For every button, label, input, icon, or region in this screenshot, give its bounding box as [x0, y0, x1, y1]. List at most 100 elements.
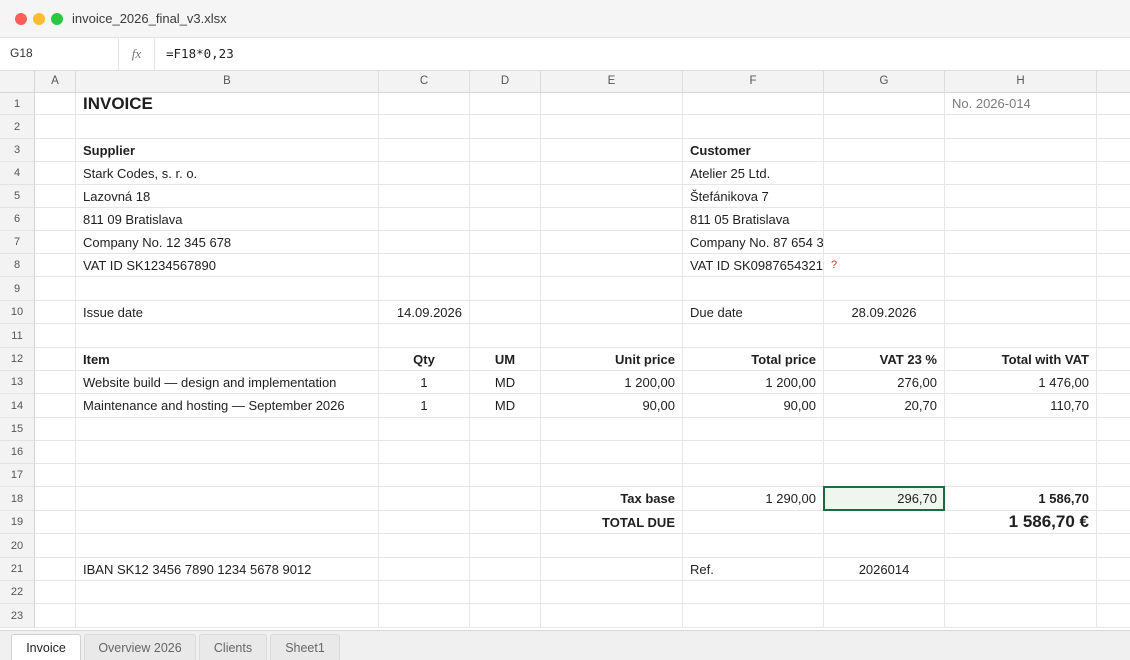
cell[interactable] — [683, 324, 824, 348]
cell[interactable] — [35, 139, 76, 162]
row-header[interactable]: 4 — [0, 162, 35, 185]
cell[interactable] — [470, 301, 541, 324]
row-header[interactable]: 19 — [0, 511, 35, 534]
cell[interactable] — [541, 441, 683, 464]
sheet-tab-invoice[interactable]: Invoice — [11, 634, 81, 660]
cell[interactable] — [379, 139, 470, 162]
cell[interactable] — [824, 231, 945, 254]
row-header[interactable]: 15 — [0, 418, 35, 441]
cell[interactable]: Štefánikova 7 — [683, 185, 824, 208]
cell[interactable] — [35, 348, 76, 371]
cell[interactable]: MD — [470, 371, 541, 394]
row-header[interactable]: 9 — [0, 277, 35, 301]
cell[interactable] — [1097, 139, 1130, 162]
cell[interactable]: Lazovná 18 — [76, 185, 379, 208]
cell[interactable] — [541, 581, 683, 604]
cell[interactable] — [1097, 581, 1130, 604]
cell[interactable] — [35, 208, 76, 231]
cell[interactable]: Issue date — [76, 301, 379, 324]
cell[interactable]: 20,70 — [824, 394, 945, 418]
cell[interactable] — [470, 534, 541, 558]
cell[interactable]: 1 586,70 — [945, 487, 1097, 511]
cell[interactable]: Supplier — [76, 139, 379, 162]
cell[interactable] — [824, 604, 945, 628]
cell[interactable] — [76, 487, 379, 511]
column-header[interactable] — [1097, 71, 1130, 93]
cell[interactable] — [683, 418, 824, 441]
cell[interactable] — [35, 604, 76, 628]
cell[interactable]: TOTAL DUE — [541, 511, 683, 534]
cell[interactable] — [541, 254, 683, 277]
cell[interactable] — [35, 231, 76, 254]
cell[interactable] — [470, 418, 541, 441]
cell[interactable]: ? — [824, 254, 945, 277]
cell[interactable]: Ref. — [683, 558, 824, 581]
cell[interactable] — [1097, 254, 1130, 277]
cell[interactable] — [945, 324, 1097, 348]
cell[interactable] — [35, 115, 76, 139]
cell[interactable]: Customer — [683, 139, 824, 162]
cell[interactable] — [379, 581, 470, 604]
cell[interactable] — [470, 604, 541, 628]
row-header[interactable]: 21 — [0, 558, 35, 581]
cell[interactable] — [683, 93, 824, 115]
cell[interactable] — [379, 418, 470, 441]
cell[interactable] — [541, 534, 683, 558]
row-header[interactable]: 8 — [0, 254, 35, 277]
cell[interactable] — [379, 93, 470, 115]
cell[interactable] — [76, 324, 379, 348]
cell[interactable] — [824, 464, 945, 487]
cell[interactable] — [824, 534, 945, 558]
cell[interactable] — [35, 324, 76, 348]
row-header[interactable]: 5 — [0, 185, 35, 208]
cell[interactable] — [824, 93, 945, 115]
cell[interactable] — [35, 394, 76, 418]
cell[interactable] — [76, 511, 379, 534]
cell[interactable]: VAT ID SK1234567890 — [76, 254, 379, 277]
cell[interactable]: Total price — [683, 348, 824, 371]
row-header[interactable]: 18 — [0, 487, 35, 511]
cell[interactable]: Total with VAT — [945, 348, 1097, 371]
cell[interactable] — [379, 231, 470, 254]
column-header[interactable]: F — [683, 71, 824, 93]
spreadsheet-grid[interactable]: A B C D E F G H 1 INVOICE No. 2026-014 2 3 Supplier Cu… — [0, 71, 1130, 630]
cell[interactable] — [470, 324, 541, 348]
cell[interactable] — [824, 162, 945, 185]
cell[interactable]: Maintenance and hosting — September 2026 — [76, 394, 379, 418]
cell[interactable] — [824, 115, 945, 139]
cell[interactable] — [541, 464, 683, 487]
cell[interactable] — [1097, 93, 1130, 115]
cell[interactable] — [541, 301, 683, 324]
cell[interactable] — [1097, 277, 1130, 301]
cell[interactable]: MD — [470, 394, 541, 418]
cell[interactable] — [683, 604, 824, 628]
cell[interactable]: 1 200,00 — [683, 371, 824, 394]
row-header[interactable]: 17 — [0, 464, 35, 487]
row-header[interactable]: 22 — [0, 581, 35, 604]
cell[interactable] — [1097, 208, 1130, 231]
cell[interactable] — [541, 115, 683, 139]
cell[interactable] — [683, 534, 824, 558]
cell[interactable]: 276,00 — [824, 371, 945, 394]
cell[interactable] — [35, 581, 76, 604]
formula-input[interactable]: =F18*0,23 — [166, 46, 234, 61]
cell[interactable]: Company No. 87 654 321 — [683, 231, 824, 254]
cell[interactable] — [379, 487, 470, 511]
cell[interactable]: 1 290,00 — [683, 487, 824, 511]
sheet-tab-overview-2026[interactable]: Overview 2026 — [84, 634, 196, 660]
cell[interactable] — [541, 208, 683, 231]
cell[interactable] — [1097, 394, 1130, 418]
cell[interactable]: VAT 23 % — [824, 348, 945, 371]
cell[interactable] — [379, 534, 470, 558]
cell[interactable] — [76, 604, 379, 628]
cell[interactable] — [470, 139, 541, 162]
column-header[interactable]: B — [76, 71, 379, 93]
row-header[interactable]: 23 — [0, 604, 35, 628]
cell[interactable] — [470, 487, 541, 511]
cell[interactable] — [76, 115, 379, 139]
cell[interactable] — [76, 441, 379, 464]
cell[interactable]: 90,00 — [541, 394, 683, 418]
cell[interactable] — [683, 581, 824, 604]
name-box[interactable]: G18 — [0, 38, 119, 70]
cell[interactable]: Item — [76, 348, 379, 371]
